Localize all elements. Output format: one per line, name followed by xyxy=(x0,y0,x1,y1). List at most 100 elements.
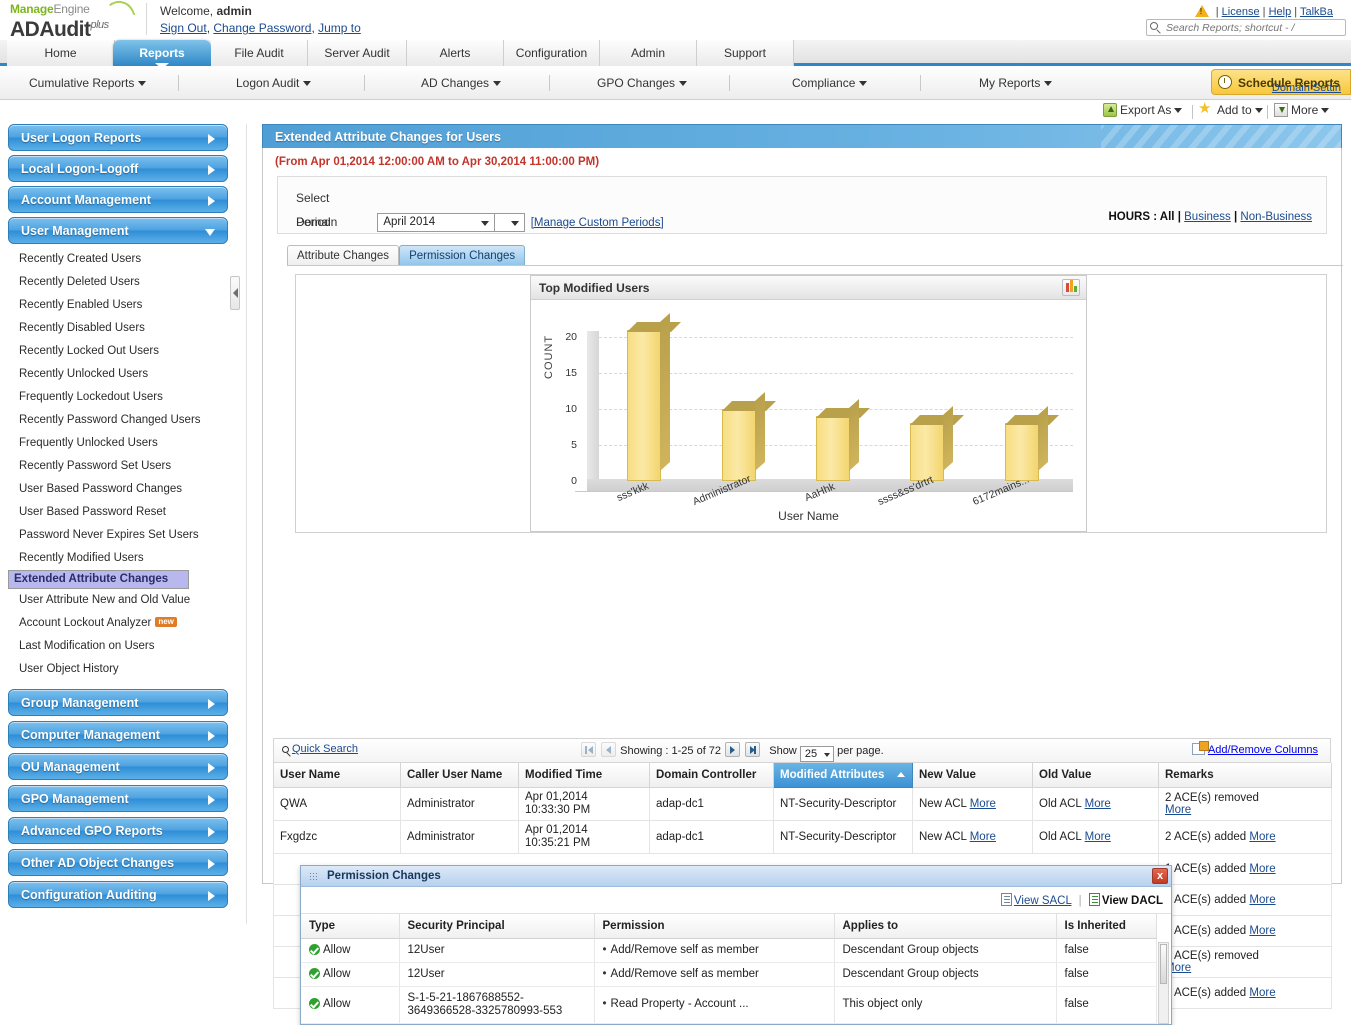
sidebar-group-group-management[interactable]: Group Management xyxy=(8,689,228,716)
sidebar-item-account-lockout-analyzer[interactable]: Account Lockout Analyzernew xyxy=(8,612,228,635)
sidebar-item-recently-created-users[interactable]: Recently Created Users xyxy=(8,248,228,271)
remarks-more-link[interactable]: More xyxy=(1249,894,1275,906)
tab-reports[interactable]: Reports xyxy=(113,40,211,66)
page-size-select[interactable]: 25 xyxy=(800,746,834,762)
tab-alerts[interactable]: Alerts xyxy=(407,40,504,66)
new-value-more-link[interactable]: More xyxy=(970,831,996,843)
sidebar-item-frequently-lockedout-users[interactable]: Frequently Lockedout Users xyxy=(8,386,228,409)
sidebar-item-user-based-password-changes[interactable]: User Based Password Changes xyxy=(8,478,228,501)
submenu-cumulative-reports[interactable]: Cumulative Reports xyxy=(29,66,146,100)
tab-server-audit[interactable]: Server Audit xyxy=(308,40,407,66)
sidebar-item-recently-disabled-users[interactable]: Recently Disabled Users xyxy=(8,317,228,340)
new-value-more-link[interactable]: More xyxy=(970,798,996,810)
close-icon[interactable]: x xyxy=(1152,868,1168,884)
drag-handle-icon[interactable] xyxy=(309,872,318,881)
sidebar-group-other-ad-object-changes[interactable]: Other AD Object Changes xyxy=(8,849,228,876)
chart-bar-4[interactable] xyxy=(1005,423,1039,481)
remarks-more-link[interactable]: More xyxy=(1249,863,1275,875)
chart-bar-0[interactable] xyxy=(627,330,661,481)
first-page-button[interactable] xyxy=(581,742,596,757)
sidebar-group-account-management[interactable]: Account Management xyxy=(8,186,228,213)
tab-support[interactable]: Support xyxy=(697,40,794,66)
add-to-button[interactable]: Add to xyxy=(1199,103,1263,117)
sidebar-item-recently-enabled-users[interactable]: Recently Enabled Users xyxy=(8,294,228,317)
remarks-more-link[interactable]: More xyxy=(1165,804,1191,816)
add-remove-columns-link[interactable]: Add/Remove Columns xyxy=(1208,744,1318,756)
tab-file-audit[interactable]: File Audit xyxy=(211,40,308,66)
sidebar-collapse-handle[interactable] xyxy=(230,276,240,310)
col-old-value[interactable]: Old Value xyxy=(1033,763,1159,787)
talkback-link[interactable]: TalkBa xyxy=(1300,6,1333,18)
sidebar-item-frequently-unlocked-users[interactable]: Frequently Unlocked Users xyxy=(8,432,228,455)
more-button[interactable]: More xyxy=(1274,103,1329,117)
sidebar-item-recently-deleted-users[interactable]: Recently Deleted Users xyxy=(8,271,228,294)
submenu-logon-audit[interactable]: Logon Audit xyxy=(236,66,311,100)
sign-out-link[interactable]: Sign Out xyxy=(160,21,207,35)
col-remarks[interactable]: Remarks xyxy=(1159,763,1332,787)
hours-business-link[interactable]: Business xyxy=(1184,211,1231,223)
remarks-more-link[interactable]: More xyxy=(1249,831,1275,843)
sidebar-item-extended-attribute-changes[interactable]: Extended Attribute Changes xyxy=(8,570,189,589)
table-row[interactable]: QWA Administrator Apr 01,201410:33:30 PM… xyxy=(274,787,1332,820)
hours-nonbusiness-link[interactable]: Non-Business xyxy=(1240,211,1312,223)
permission-table-row[interactable]: Allow 12User •Add/Remove self as member … xyxy=(301,938,1156,962)
submenu-gpo-changes[interactable]: GPO Changes xyxy=(597,66,687,100)
tab-home[interactable]: Home xyxy=(7,40,115,66)
sidebar-item-user-based-password-reset[interactable]: User Based Password Reset xyxy=(8,501,228,524)
chart-bar-1[interactable] xyxy=(722,409,756,481)
change-password-link[interactable]: Change Password xyxy=(213,21,311,35)
manage-custom-periods-link[interactable]: [Manage Custom Periods] xyxy=(531,217,664,229)
table-row[interactable]: Fxgdzc Administrator Apr 01,201410:35:21… xyxy=(274,820,1332,853)
sidebar-item-recently-password-set-users[interactable]: Recently Password Set Users xyxy=(8,455,228,478)
chart-bar-3[interactable] xyxy=(910,423,944,481)
sidebar-group-computer-management[interactable]: Computer Management xyxy=(8,721,228,748)
sidebar-group-advanced-gpo-reports[interactable]: Advanced GPO Reports xyxy=(8,817,228,844)
col-new-value[interactable]: New Value xyxy=(913,763,1033,787)
warning-icon[interactable] xyxy=(1195,5,1209,17)
jump-to-link[interactable]: Jump to xyxy=(318,21,361,35)
col-domain-controller[interactable]: Domain Controller xyxy=(650,763,774,787)
domain-settings-link[interactable]: Domain Settin xyxy=(1272,82,1341,94)
submenu-ad-changes[interactable]: AD Changes xyxy=(421,66,501,100)
period-select[interactable]: April 2014 xyxy=(377,213,495,232)
col-modified-attributes[interactable]: Modified Attributes xyxy=(774,763,913,787)
license-link[interactable]: License xyxy=(1222,6,1260,18)
last-page-button[interactable] xyxy=(745,742,760,757)
next-page-button[interactable] xyxy=(725,742,740,757)
previous-page-button[interactable] xyxy=(601,742,616,757)
add-remove-columns-control[interactable]: Add/Remove Columns xyxy=(1192,743,1318,756)
subtab-permission-changes[interactable]: Permission Changes xyxy=(399,245,525,266)
sidebar-item-recently-modified-users[interactable]: Recently Modified Users xyxy=(8,547,228,570)
chart-bar-2[interactable] xyxy=(816,416,850,481)
submenu-compliance[interactable]: Compliance xyxy=(792,66,867,100)
sidebar-item-last-modification-on-users[interactable]: Last Modification on Users xyxy=(8,635,228,658)
help-link[interactable]: Help xyxy=(1269,6,1292,18)
sidebar-item-user-object-history[interactable]: User Object History xyxy=(8,658,228,681)
old-value-more-link[interactable]: More xyxy=(1085,798,1111,810)
permission-table-scrollbar[interactable] xyxy=(1158,942,1169,1024)
col-modified-time[interactable]: Modified Time xyxy=(519,763,650,787)
submenu-my-reports[interactable]: My Reports xyxy=(979,66,1052,100)
permission-table-row[interactable]: Allow S-1-5-21-1867688552-3649366528-332… xyxy=(301,986,1156,1023)
subtab-attribute-changes[interactable]: Attribute Changes xyxy=(287,245,399,266)
old-value-more-link[interactable]: More xyxy=(1085,831,1111,843)
col-user-name[interactable]: User Name xyxy=(274,763,401,787)
chart-options-icon[interactable] xyxy=(1062,279,1080,296)
sidebar-group-user-management[interactable]: User Management xyxy=(8,217,228,244)
sidebar-item-recently-unlocked-users[interactable]: Recently Unlocked Users xyxy=(8,363,228,386)
sidebar-item-user-attribute-new-and-old-value[interactable]: User Attribute New and Old Value xyxy=(8,589,228,612)
view-dacl-label[interactable]: View DACL xyxy=(1102,895,1163,907)
quick-search-link[interactable]: Quick Search xyxy=(292,743,358,755)
permission-table-row[interactable]: Allow 12User •Add/Remove self as member … xyxy=(301,962,1156,986)
remarks-more-link[interactable]: More xyxy=(1249,987,1275,999)
export-as-button[interactable]: Export As xyxy=(1103,103,1182,117)
search-input[interactable] xyxy=(1164,21,1339,36)
sidebar-item-password-never-expires-set-users[interactable]: Password Never Expires Set Users xyxy=(8,524,228,547)
tab-admin[interactable]: Admin xyxy=(600,40,697,66)
sidebar-group-local-logon-logoff[interactable]: Local Logon-Logoff xyxy=(8,155,228,182)
sidebar-item-recently-password-changed-users[interactable]: Recently Password Changed Users xyxy=(8,409,228,432)
search-box[interactable] xyxy=(1146,19,1346,36)
tab-configuration[interactable]: Configuration xyxy=(504,40,600,66)
permission-changes-dialog-header[interactable]: Permission Changes x xyxy=(301,866,1171,887)
col-caller-user-name[interactable]: Caller User Name xyxy=(401,763,519,787)
